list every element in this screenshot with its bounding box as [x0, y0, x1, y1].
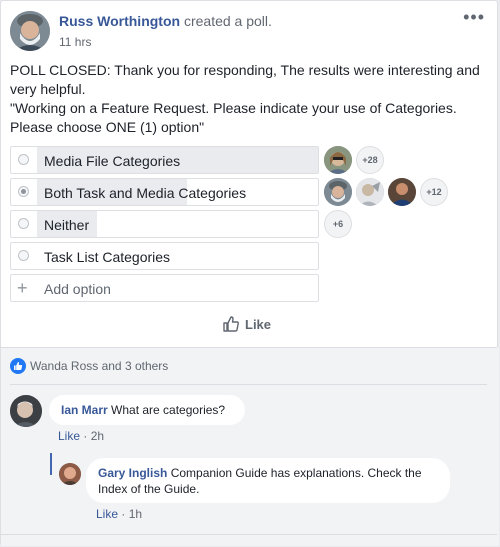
- author-avatar[interactable]: [10, 11, 50, 51]
- commenter-avatar[interactable]: [10, 395, 42, 427]
- comment-like-link[interactable]: Like: [58, 429, 80, 443]
- radio-icon[interactable]: [18, 250, 29, 261]
- poll-option-both[interactable]: Both Task and Media Categories: [10, 178, 319, 206]
- add-option-input[interactable]: + Add option: [10, 274, 319, 302]
- like-thumb-icon: [223, 316, 239, 332]
- more-voters-badge[interactable]: +12: [420, 178, 448, 206]
- user-avatar-icon: [59, 463, 81, 485]
- like-label: Like: [245, 316, 272, 332]
- reply-avatar[interactable]: [59, 463, 81, 485]
- post-text: POLL CLOSED: Thank you for responding, T…: [10, 61, 490, 137]
- more-voters-badge[interactable]: +28: [356, 146, 384, 174]
- post-header: Russ Worthington created a poll.: [59, 13, 272, 29]
- user-avatar-icon: [388, 178, 416, 206]
- reactions-text: Wanda Ross and 3 others: [30, 359, 169, 373]
- more-options-icon[interactable]: •••: [463, 7, 485, 28]
- reply-like-link[interactable]: Like: [96, 507, 118, 521]
- voter-avatar[interactable]: [388, 178, 416, 206]
- reactions-summary[interactable]: Wanda Ross and 3 others: [10, 358, 168, 374]
- comment-bubble: Ian Marr What are categories?: [49, 395, 245, 425]
- post-text-line2: "Working on a Feature Request. Please in…: [10, 100, 457, 135]
- poll-option-media-file[interactable]: Media File Categories: [10, 146, 319, 174]
- like-badge-icon: [10, 358, 26, 374]
- post-card: Russ Worthington created a poll. 11 hrs …: [0, 0, 499, 546]
- more-voters-badge[interactable]: +6: [324, 210, 352, 238]
- radio-icon[interactable]: [18, 154, 29, 165]
- user-avatar-icon: [10, 395, 42, 427]
- comment-meta: Like · 2h: [58, 429, 105, 443]
- reply-meta: Like · 1h: [96, 507, 143, 521]
- poll-option-label: Task List Categories: [44, 249, 171, 265]
- author-name[interactable]: Russ Worthington: [59, 13, 180, 29]
- radio-icon[interactable]: [18, 186, 29, 197]
- voter-avatar[interactable]: [324, 178, 352, 206]
- comments-section: [1, 347, 499, 546]
- plus-icon: +: [17, 278, 28, 298]
- user-avatar-icon: [324, 146, 352, 174]
- comment-text: What are categories?: [111, 403, 226, 417]
- divider: [10, 384, 487, 385]
- user-avatar-icon: [356, 178, 384, 206]
- user-avatar-icon: [324, 178, 352, 206]
- post-text-line1: POLL CLOSED: Thank you for responding, T…: [10, 62, 480, 97]
- reply-thread-line: [50, 453, 52, 475]
- poll-option-neither[interactable]: Neither: [10, 210, 319, 238]
- divider: [1, 347, 497, 348]
- poll-option-label: Neither: [44, 217, 90, 233]
- reply-bubble: Gary Inglish Companion Guide has explana…: [86, 458, 450, 503]
- voter-avatar[interactable]: [324, 146, 352, 174]
- commenter-name[interactable]: Ian Marr: [61, 403, 108, 417]
- radio-icon[interactable]: [18, 218, 29, 229]
- divider: [1, 534, 497, 535]
- add-option-placeholder: Add option: [44, 281, 111, 297]
- poll-option-label: Media File Categories: [44, 153, 181, 169]
- post-action-text: created a poll.: [183, 13, 272, 29]
- voter-avatar[interactable]: [356, 178, 384, 206]
- poll-option-label: Both Task and Media Categories: [44, 185, 247, 201]
- post-timestamp[interactable]: 11 hrs: [59, 35, 91, 49]
- reply-time[interactable]: 1h: [129, 507, 142, 521]
- comment-time[interactable]: 2h: [91, 429, 104, 443]
- user-avatar-icon: [10, 11, 50, 51]
- like-button[interactable]: Like: [222, 315, 271, 333]
- reply-author-name[interactable]: Gary Inglish: [98, 466, 167, 480]
- poll-option-task-list[interactable]: Task List Categories: [10, 242, 319, 270]
